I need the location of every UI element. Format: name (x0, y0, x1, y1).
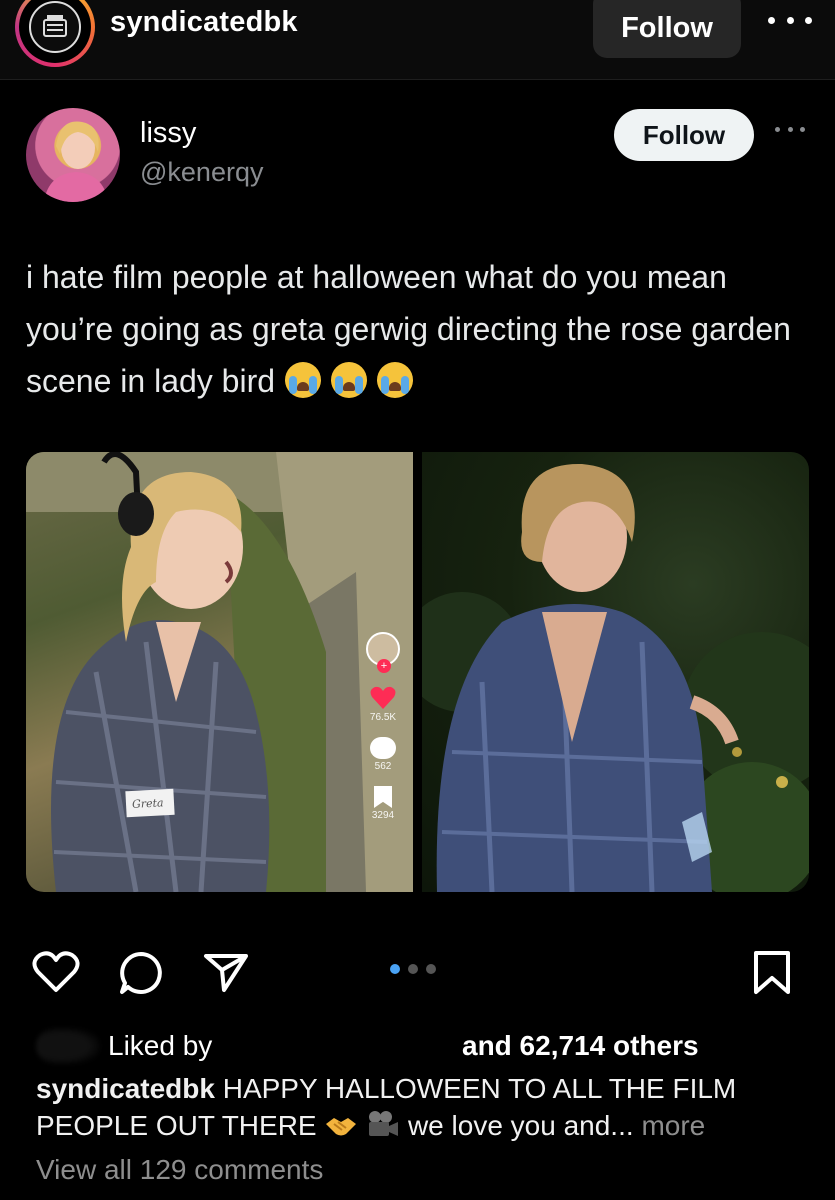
share-icon[interactable] (202, 950, 250, 999)
comment-icon[interactable] (118, 950, 164, 1001)
post-username[interactable]: syndicatedbk (110, 6, 298, 39)
carousel-dot-active (390, 964, 400, 974)
crying-face-icon (285, 362, 322, 398)
tiktok-overlay: + 76.5K 562 3294 (359, 632, 407, 892)
more-options-icon[interactable] (768, 0, 812, 40)
film-still-photo (422, 452, 809, 892)
follow-button[interactable]: Follow (593, 0, 741, 58)
tiktok-comment-icon (370, 737, 396, 759)
tiktok-likes: 76.5K (369, 712, 397, 723)
crying-face-icon (331, 362, 368, 398)
caption-username[interactable]: syndicatedbk (36, 1073, 215, 1104)
crying-face-icon (377, 362, 414, 398)
view-comments-link[interactable]: View all 129 comments (36, 1154, 323, 1186)
tiktok-avatar: + (366, 632, 400, 673)
tweet-card: lissy @kenerqy Follow i hate film people… (0, 81, 835, 931)
name-tag: Greta (125, 788, 175, 818)
post-header: syndicatedbk Follow (0, 0, 835, 80)
tweet-follow-button: Follow (614, 109, 754, 161)
tiktok-saves: 3294 (371, 810, 395, 821)
caption-text-continued: we love you and... (407, 1110, 634, 1141)
handshake-icon (324, 1110, 358, 1140)
likes-row[interactable]: Liked by and 62,714 others (36, 1028, 826, 1064)
bookmark-icon[interactable] (752, 950, 792, 1001)
carousel-dot (408, 964, 418, 974)
tweet-avatar (26, 108, 120, 202)
costume-photo: Greta + 76.5K 562 3294 (26, 452, 413, 892)
carousel-indicator (390, 964, 446, 976)
movie-camera-icon (366, 1110, 400, 1140)
action-bar (0, 940, 835, 1000)
tweet-text: i hate film people at halloween what do … (26, 251, 816, 407)
liked-by-label: Liked by (108, 1030, 213, 1061)
caption-more-link[interactable]: more (641, 1110, 705, 1141)
likes-count[interactable]: and 62,714 others (462, 1030, 699, 1062)
tiktok-comments: 562 (374, 761, 392, 772)
tweet-display-name: lissy (140, 117, 197, 149)
tweet-handle: @kenerqy (140, 157, 264, 187)
tiktok-heart-icon (370, 686, 396, 710)
tiktok-bookmark-icon (374, 786, 392, 808)
caption: syndicatedbk HAPPY HALLOWEEN TO ALL THE … (36, 1070, 816, 1144)
profile-avatar[interactable] (15, 0, 95, 67)
syndicated-logo-icon (29, 1, 81, 53)
liker-avatar (36, 1028, 100, 1064)
tweet-more-icon (775, 127, 805, 135)
carousel-dot (426, 964, 436, 974)
heart-icon[interactable] (32, 950, 80, 999)
